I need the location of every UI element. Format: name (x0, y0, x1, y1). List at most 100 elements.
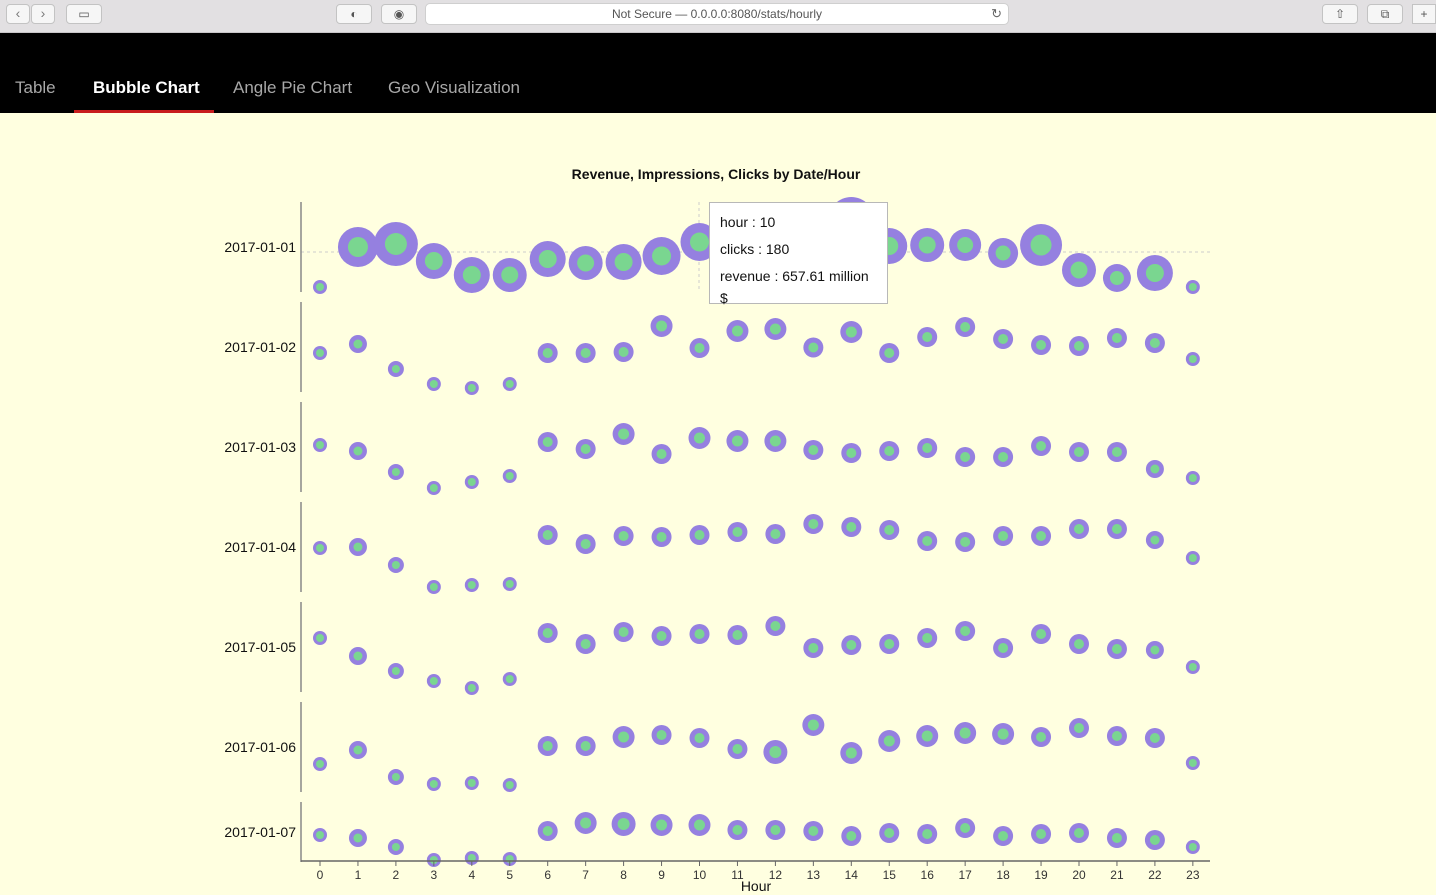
bubble-inner (883, 735, 895, 747)
bubble-inner (467, 779, 476, 787)
x-tick-label: 1 (355, 868, 362, 882)
bubble-inner (1188, 283, 1197, 291)
bubble-inner (1149, 733, 1160, 743)
bubble-inner (1188, 843, 1197, 851)
bubble-inner (1111, 447, 1122, 457)
bubble-inner (1074, 639, 1084, 649)
bubble-inner (580, 817, 592, 829)
bubble-inner (808, 826, 819, 836)
bubble-inner (732, 527, 743, 537)
grammarly-icon[interactable]: ◉ (381, 4, 417, 24)
bubble-inner (694, 343, 705, 353)
address-bar[interactable]: Not Secure — 0.0.0.0:8080/stats/hourly ↻ (425, 3, 1009, 25)
bubble-inner (505, 580, 514, 588)
bubble-inner (1111, 644, 1122, 654)
bubble-inner (918, 236, 936, 254)
bubble-inner (577, 254, 595, 272)
bubble-inner (694, 432, 705, 444)
bubble-inner (998, 831, 1009, 841)
bubble-inner (391, 667, 400, 675)
bubble-inner (846, 448, 857, 458)
bubble-inner (960, 626, 971, 636)
back-button[interactable]: ‹ (6, 4, 30, 24)
bubble-inner (997, 728, 1009, 740)
x-tick-label: 6 (544, 868, 551, 882)
bubble-inner (316, 634, 324, 642)
bubble-inner (732, 825, 743, 835)
tab-bubble-chart[interactable]: Bubble Chart (93, 78, 200, 98)
bubble-inner (1188, 474, 1197, 482)
bubble-inner (694, 530, 705, 540)
bubble-inner (1036, 829, 1047, 839)
tabs-overview-icon[interactable]: ⧉ (1367, 4, 1403, 24)
bubble-inner (580, 348, 591, 358)
bubble-inner (807, 719, 819, 731)
bubble-inner (884, 639, 895, 649)
bubble-inner (846, 831, 857, 841)
tab-geo-visualization[interactable]: Geo Visualization (388, 78, 520, 98)
tab-table[interactable]: Table (15, 78, 56, 98)
bubble-inner (656, 532, 667, 542)
bubble-inner (845, 326, 857, 338)
bubble-inner (580, 444, 591, 454)
app-header (0, 33, 1436, 113)
bubble-inner (316, 441, 324, 449)
bubble-inner (808, 643, 819, 653)
bubble-inner (959, 727, 971, 739)
x-tick-label: 23 (1186, 868, 1200, 882)
bubble-inner (353, 833, 363, 843)
bubble-inner (1036, 732, 1047, 742)
bubble-inner (391, 468, 400, 476)
bubble-inner (884, 348, 895, 358)
bubble-inner (1074, 723, 1084, 733)
reload-icon[interactable]: ↻ (991, 4, 1002, 24)
x-tick-label: 0 (317, 868, 324, 882)
x-tick-label: 20 (1072, 868, 1086, 882)
bubble-inner (731, 435, 743, 447)
bubble-inner (694, 629, 705, 639)
bubble-inner (1188, 663, 1197, 671)
forward-button[interactable]: › (31, 4, 55, 24)
bubble-inner (580, 539, 591, 549)
bubble-inner (1149, 835, 1160, 845)
bubble-inner (770, 529, 781, 539)
bubble-inner (1070, 261, 1088, 279)
bubble-inner (1109, 271, 1124, 285)
x-tick-label: 5 (506, 868, 513, 882)
bubble-inner (467, 478, 476, 486)
bubble-inner (1188, 554, 1197, 562)
address-text: Not Secure — 0.0.0.0:8080/stats/hourly (611, 7, 823, 21)
bubble-inner (542, 826, 553, 836)
bubble-inner (542, 530, 553, 540)
bubble-inner (1111, 731, 1122, 741)
bubble-inner (1150, 645, 1160, 655)
bubble-inner (1036, 531, 1047, 541)
bubble-inner (316, 349, 324, 357)
x-tick-label: 7 (582, 868, 589, 882)
bubble-inner (384, 233, 407, 255)
x-tick-label: 4 (468, 868, 475, 882)
tooltip-hour: hour : 10 (720, 214, 776, 230)
bubble-inner (845, 747, 857, 759)
bubble-inner (656, 449, 667, 459)
bubble-inner (618, 627, 629, 637)
bubble-inner (1150, 535, 1160, 545)
bubble-inner (998, 334, 1009, 344)
bubble-inner (656, 819, 668, 831)
extension-icon[interactable]: ◐ (336, 4, 372, 24)
bubble-inner (614, 253, 633, 271)
sidebar-icon[interactable]: ▭ (66, 4, 102, 24)
bubble-inner (1036, 629, 1047, 639)
x-tick-label: 9 (658, 868, 665, 882)
share-icon[interactable]: ⇧ (1322, 4, 1358, 24)
bubble-inner (884, 828, 895, 838)
new-tab-icon[interactable]: + (1412, 4, 1436, 24)
bubble-inner (316, 283, 324, 291)
bubble-inner (429, 780, 438, 788)
bubble-inner (505, 380, 514, 388)
bubble-inner (467, 384, 476, 392)
bubble-inner (769, 746, 782, 758)
bubble-inner (542, 437, 553, 447)
tab-angle-pie-chart[interactable]: Angle Pie Chart (233, 78, 352, 98)
x-tick-label: 19 (1034, 868, 1048, 882)
